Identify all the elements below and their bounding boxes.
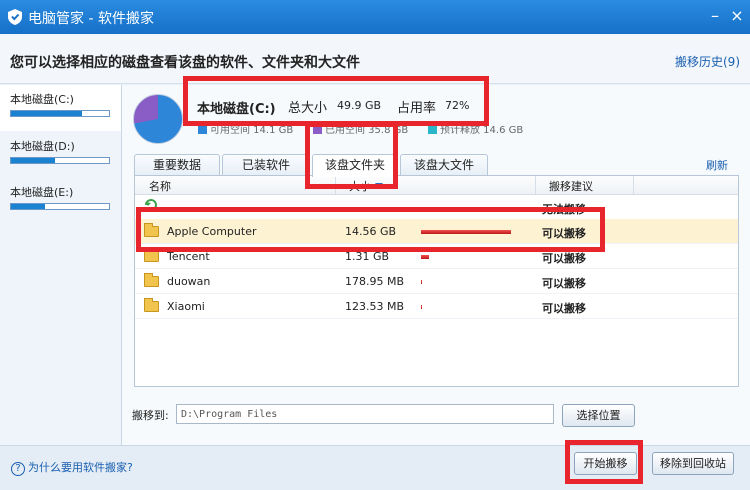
- drive-label: 本地磁盘(D:): [10, 140, 75, 153]
- legend-swatch: [428, 125, 437, 134]
- sidebar-item-drive-e[interactable]: 本地磁盘(E:): [0, 178, 121, 224]
- table-row[interactable]: Apple Computer 14.56 GB 可以搬移: [135, 219, 738, 244]
- row-suggestion: 可以搬移: [542, 227, 586, 240]
- close-icon[interactable]: ×: [728, 6, 746, 26]
- legend-text: 可用空间 14.1 GB: [210, 125, 294, 136]
- refresh-link[interactable]: 刷新: [706, 157, 728, 173]
- row-size: 14.56 GB: [345, 225, 397, 238]
- disk-usage-pie-icon: [133, 94, 183, 144]
- legend-used: 已用空间 35.8 GB: [313, 121, 409, 136]
- folder-table: 名称 大小 搬移建议 无法搬移 Apple Computer 14.56 GB …: [134, 175, 739, 387]
- title-bar: 电脑管家 - 软件搬家 – ×: [0, 0, 750, 34]
- move-to-label: 搬移到:: [132, 409, 169, 422]
- row-size: 1.31 GB: [345, 250, 390, 263]
- row-size: 178.95 MB: [345, 275, 405, 288]
- table-row[interactable]: 无法搬移: [135, 195, 738, 220]
- folder-icon: [144, 223, 159, 237]
- row-suggestion: 可以搬移: [542, 302, 586, 315]
- row-name: duowan: [167, 275, 211, 288]
- table-row[interactable]: Xiaomi 123.53 MB 可以搬移: [135, 294, 738, 319]
- disk-total-label: 总大小: [288, 101, 328, 116]
- window-title: 电脑管家 - 软件搬家: [28, 11, 154, 27]
- folder-icon: [144, 248, 159, 262]
- legend-swatch: [198, 125, 207, 134]
- help-text: 为什么要用软件搬家?: [28, 461, 133, 474]
- size-bar-fill: [421, 255, 429, 259]
- drive-label: 本地磁盘(C:): [10, 93, 74, 106]
- column-divider: [535, 176, 536, 195]
- column-header-size-text: 大小: [349, 180, 371, 193]
- drive-sidebar: 本地磁盘(C:) 本地磁盘(D:) 本地磁盘(E:): [0, 85, 122, 445]
- legend-text: 已用空间 35.8 GB: [325, 125, 409, 136]
- column-divider: [335, 176, 336, 195]
- disk-total-value: 49.9 GB: [337, 99, 382, 112]
- drive-usage-fill: [11, 158, 56, 163]
- drive-label: 本地磁盘(E:): [10, 186, 74, 199]
- column-header-size[interactable]: 大小: [349, 178, 383, 194]
- help-icon: ?: [11, 462, 25, 476]
- size-bar-fill: [421, 280, 422, 284]
- row-suggestion: 可以搬移: [542, 277, 586, 290]
- size-bar-fill: [421, 230, 511, 234]
- row-name: Xiaomi: [167, 300, 205, 313]
- legend-text: 预计释放 14.6 GB: [440, 125, 524, 136]
- disk-name: 本地磁盘(C:): [197, 102, 276, 117]
- row-suggestion: 无法搬移: [542, 203, 586, 216]
- sidebar-item-drive-c[interactable]: 本地磁盘(C:): [0, 85, 121, 131]
- size-bar: [421, 280, 521, 284]
- size-bar: [421, 230, 521, 234]
- column-header-suggestion[interactable]: 搬移建议: [549, 178, 593, 194]
- drive-usage-bar: [10, 157, 110, 164]
- tab-disk-folders[interactable]: 该盘文件夹: [312, 154, 398, 177]
- size-bar: [421, 255, 521, 259]
- history-link[interactable]: 搬移历史(9): [675, 53, 740, 70]
- table-row[interactable]: duowan 178.95 MB 可以搬移: [135, 269, 738, 294]
- legend-swatch: [313, 125, 322, 134]
- disk-usage-value: 72%: [445, 99, 470, 112]
- sidebar-item-drive-d[interactable]: 本地磁盘(D:): [0, 132, 121, 178]
- row-size: 123.53 MB: [345, 300, 405, 313]
- drive-usage-bar: [10, 203, 110, 210]
- sort-down-icon: [375, 183, 383, 188]
- tab-installed-software[interactable]: 已装软件: [222, 154, 310, 176]
- drive-usage-bar: [10, 110, 110, 117]
- folder-icon: [144, 273, 159, 287]
- header: 您可以选择相应的磁盘查看该盘的软件、文件夹和大文件 搬移历史(9): [0, 34, 750, 84]
- start-move-button[interactable]: 开始搬移: [574, 452, 637, 475]
- tab-large-files[interactable]: 该盘大文件: [400, 154, 488, 176]
- system-folder-icon: [145, 199, 157, 211]
- table-row[interactable]: Tencent 1.31 GB 可以搬移: [135, 244, 738, 269]
- folder-icon: [144, 298, 159, 312]
- help-link[interactable]: ? 为什么要用软件搬家?: [11, 459, 133, 476]
- column-divider: [633, 176, 634, 195]
- size-bar-fill: [421, 305, 422, 309]
- disk-usage-label: 占用率: [397, 101, 437, 116]
- table-header: 名称 大小 搬移建议: [135, 176, 738, 195]
- destination-path-input[interactable]: [176, 404, 554, 424]
- header-message: 您可以选择相应的磁盘查看该盘的软件、文件夹和大文件: [10, 55, 360, 71]
- column-header-name[interactable]: 名称: [149, 178, 171, 194]
- choose-location-button[interactable]: 选择位置: [562, 404, 635, 427]
- drive-usage-fill: [11, 111, 82, 116]
- legend-free: 可用空间 14.1 GB: [198, 121, 294, 136]
- row-suggestion: 可以搬移: [542, 252, 586, 265]
- row-name: Tencent: [167, 250, 210, 263]
- drive-usage-fill: [11, 204, 46, 209]
- size-bar: [421, 305, 521, 309]
- tab-important-data[interactable]: 重要数据: [134, 154, 220, 176]
- shield-logo-icon: [8, 9, 22, 25]
- row-name: Apple Computer: [167, 225, 257, 238]
- legend-release: 预计释放 14.6 GB: [428, 121, 524, 136]
- minimize-icon[interactable]: –: [706, 6, 724, 26]
- move-to-recycle-bin-button[interactable]: 移除到回收站: [652, 452, 734, 475]
